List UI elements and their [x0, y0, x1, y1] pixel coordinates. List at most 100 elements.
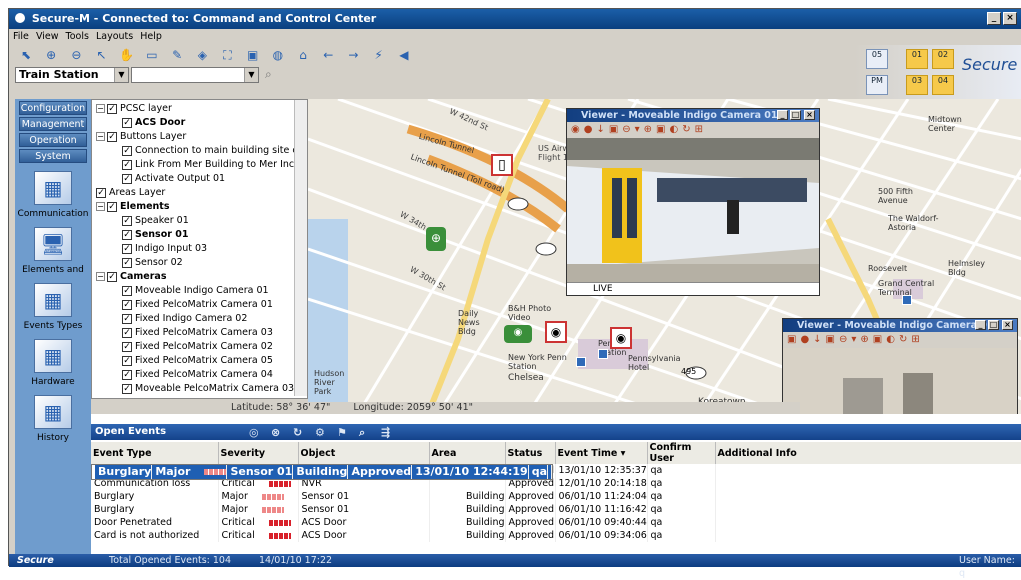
tree-item[interactable]: ✓ Moveable Indigo Camera 01 [96, 284, 307, 298]
menu-layouts[interactable]: Layouts [96, 31, 133, 42]
confirm-icon[interactable]: ◎ [249, 425, 259, 441]
pointer-icon[interactable]: ↖ [94, 47, 110, 63]
frame-icon[interactable]: ▣ [245, 47, 261, 63]
menu-view[interactable]: View [36, 31, 59, 42]
nav-history[interactable]: ▦ History [17, 395, 89, 443]
select-icon[interactable]: ⬉ [18, 47, 34, 63]
layer-checkbox[interactable]: ✓ [122, 383, 132, 394]
wand-icon[interactable]: ⚡ [371, 47, 387, 63]
menu-help[interactable]: Help [140, 31, 162, 42]
layer-checkbox[interactable]: ✓ [122, 145, 132, 156]
tree-item[interactable]: − ✓ PCSC layer [96, 102, 307, 116]
sensor-marker-icon[interactable]: ⊕ [426, 227, 446, 251]
expand-icon[interactable]: − [96, 132, 105, 141]
forward-icon[interactable]: → [345, 47, 361, 63]
column-confirm-user[interactable]: Confirm User [647, 442, 716, 464]
tree-item[interactable]: − ✓ Cameras [96, 270, 307, 284]
nav-hardware[interactable]: ▦ Hardware [17, 339, 89, 387]
layer-checkbox[interactable]: ✓ [122, 285, 132, 296]
tab-management[interactable]: Management [19, 117, 87, 131]
column-object[interactable]: Object [298, 442, 430, 464]
settings-icon[interactable]: ⚙ [315, 425, 325, 441]
measure-icon[interactable]: ▭ [144, 47, 160, 63]
expand-icon[interactable]: − [96, 104, 105, 113]
expand-icon[interactable]: − [96, 202, 105, 211]
camera-marker-icon[interactable]: ◉ [610, 327, 632, 349]
globe-icon[interactable]: ◍ [270, 47, 286, 63]
tree-item[interactable]: ✓ Activate Output 01 [96, 172, 307, 186]
tree-item[interactable]: ✓ Fixed Indigo Camera 02 [96, 312, 307, 326]
minimize-button[interactable]: _ [987, 12, 1001, 25]
viewer-1-toolbar[interactable]: ◉●↓▣⊖▾⊕▣◐↻⊞ [567, 122, 819, 138]
secondary-select[interactable]: ▼ [131, 67, 259, 83]
cancel-icon[interactable]: ⊗ [271, 425, 280, 441]
layer-checkbox[interactable]: ✓ [122, 159, 132, 170]
tree-item[interactable]: ✓ Fixed PelcoMatrix Camera 01 [96, 298, 307, 312]
tree-item[interactable]: ✓ Link From Mer Building to Mer Inc [96, 158, 307, 172]
tree-item[interactable]: ✓ Sensor 02 [96, 256, 307, 270]
fit-icon[interactable]: ⛶ [220, 47, 236, 63]
table-row[interactable]: Door PenetratedCriticalACS DoorBuildingA… [91, 516, 1021, 529]
sensor-marker-icon[interactable]: ◉ [504, 325, 532, 343]
layer-checkbox[interactable]: ✓ [122, 229, 132, 240]
layer-checkbox[interactable]: ✓ [107, 103, 117, 114]
tree-item[interactable]: ✓ Fixed PelcoMatrix Camera 05 [96, 354, 307, 368]
table-row[interactable]: Burglary Major Sensor 01 Building Approved 13… [91, 464, 553, 480]
layout-button-05[interactable]: 05 [866, 49, 888, 69]
close-button[interactable]: × [1003, 12, 1017, 25]
nav-elements[interactable]: 🖥 Elements and [17, 227, 89, 275]
tree-item[interactable]: ✓ Connection to main building site ca [96, 144, 307, 158]
refresh-icon[interactable]: ↻ [293, 425, 302, 441]
layout-button-pm[interactable]: PM [866, 75, 888, 95]
tab-system[interactable]: System [19, 149, 87, 163]
zoom-out-icon[interactable]: ⊖ [68, 47, 84, 63]
layer-checkbox[interactable]: ✓ [122, 173, 132, 184]
layer-checkbox[interactable]: ✓ [107, 201, 117, 212]
home-icon[interactable]: ⌂ [295, 47, 311, 63]
layer-checkbox[interactable]: ✓ [122, 243, 132, 254]
tree-item[interactable]: ✓ Indigo Input 03 [96, 242, 307, 256]
speaker-icon[interactable]: ◀ [396, 47, 412, 63]
column-severity[interactable]: Severity [218, 442, 299, 464]
tab-operation[interactable]: Operation [19, 133, 87, 147]
menu-file[interactable]: File [13, 31, 29, 42]
nav-communication[interactable]: ▦ Communication [17, 171, 89, 219]
viewer-2-minimize-button[interactable]: _ [975, 320, 986, 330]
tree-item[interactable]: − ✓ Buttons Layer [96, 130, 307, 144]
table-row[interactable]: Burglary Major Sensor 01 Building Approved 06… [91, 503, 1021, 516]
layout-button-01[interactable]: 01 [906, 49, 928, 69]
tab-configuration[interactable]: Configuration [19, 101, 87, 115]
layer-checkbox[interactable]: ✓ [107, 131, 117, 142]
tree-item[interactable]: ✓ Fixed PelcoMatrix Camera 04 [96, 368, 307, 382]
viewer-1-close-button[interactable]: × [804, 110, 815, 120]
expand-icon[interactable]: − [96, 272, 105, 281]
tree-item[interactable]: ✓ Moveable PelcoMatrix Camera 03 [96, 382, 307, 396]
tree-item[interactable]: ✓ Sensor 01 [96, 228, 307, 242]
tree-item[interactable]: − ✓ Elements [96, 200, 307, 214]
layer-checkbox[interactable]: ✓ [122, 299, 132, 310]
tree-item[interactable]: ✓ Fixed PelcoMatrix Camera 02 [96, 340, 307, 354]
search-icon[interactable]: ⌕ [359, 425, 365, 441]
column-area[interactable]: Area [429, 442, 506, 464]
layer-checkbox[interactable]: ✓ [96, 187, 106, 198]
column-event-time[interactable]: Event Time ▾ [555, 442, 648, 464]
layers-icon[interactable]: ◈ [194, 47, 210, 63]
layer-checkbox[interactable]: ✓ [122, 355, 132, 366]
nav-events-types[interactable]: ▦ Events Types [17, 283, 89, 331]
tree-item[interactable]: ✓ Fixed PelcoMatrix Camera 03 [96, 326, 307, 340]
zoom-in-icon[interactable]: ⊕ [43, 47, 59, 63]
viewer-2-maximize-button[interactable]: □ [988, 320, 999, 330]
back-icon[interactable]: ← [320, 47, 336, 63]
column-event-type[interactable]: Event Type [91, 442, 219, 464]
viewer-1-maximize-button[interactable]: □ [790, 110, 801, 120]
column-additional-info[interactable]: Additional Info [715, 442, 1021, 464]
layer-checkbox[interactable]: ✓ [122, 341, 132, 352]
layout-button-04[interactable]: 04 [932, 75, 954, 95]
layer-checkbox[interactable]: ✓ [107, 271, 117, 282]
filter-icon[interactable]: ⇶ [381, 425, 390, 441]
viewer-2-toolbar[interactable]: ▣●↓▣⊖▾⊕▣◐↻⊞ [783, 332, 1017, 348]
tree-item[interactable]: ✓ Speaker 01 [96, 214, 307, 228]
layer-checkbox[interactable]: ✓ [122, 215, 132, 226]
flag-icon[interactable]: ⚑ [337, 425, 347, 441]
layer-checkbox[interactable]: ✓ [122, 369, 132, 380]
